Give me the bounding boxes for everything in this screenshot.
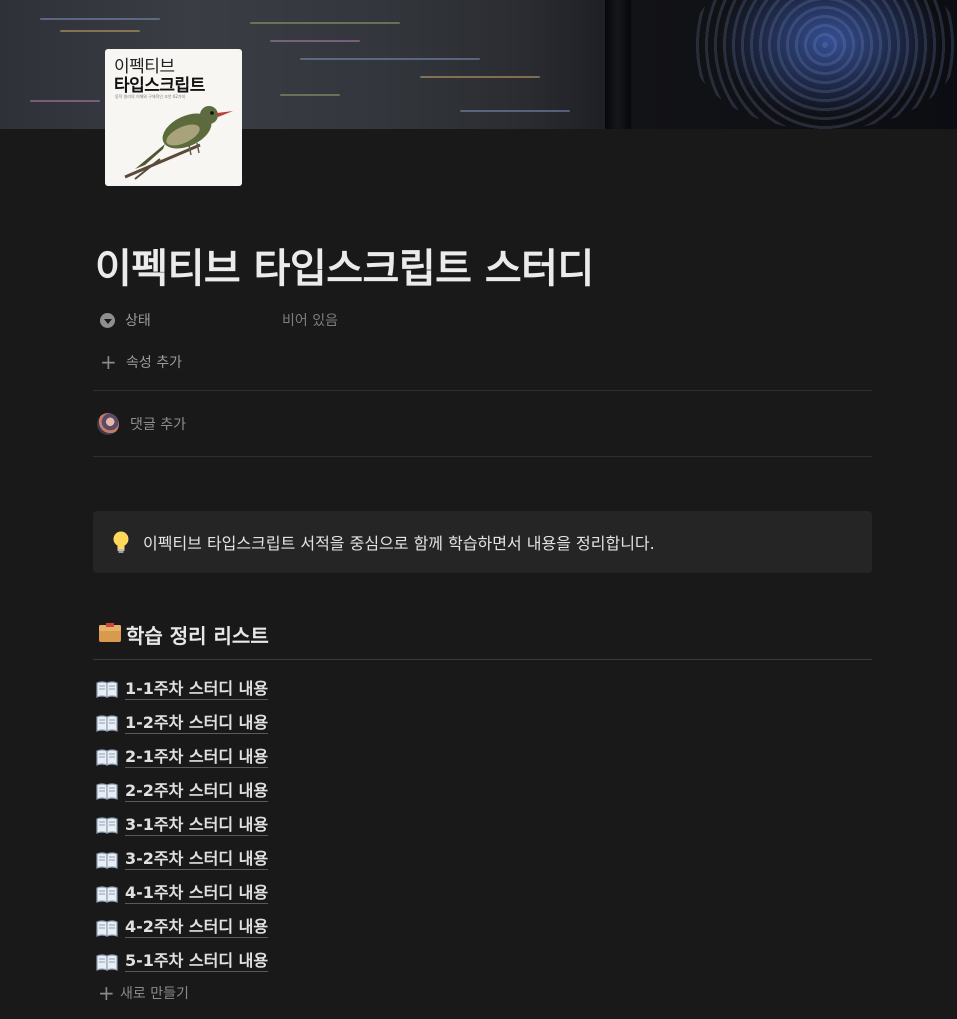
property-status-value[interactable]: 비어 있음 <box>282 310 338 330</box>
open-book-icon <box>96 714 118 733</box>
open-book-icon <box>96 680 118 698</box>
callout-text: 이펙티브 타입스크립트 서적을 중심으로 함께 학습하면서 내용을 정리합니다. <box>143 534 655 553</box>
open-book-icon <box>96 748 118 767</box>
lightbulb-icon <box>108 530 134 554</box>
heading-divider <box>93 659 872 660</box>
list-item[interactable]: 3-2주차 스터디 내용 <box>96 842 269 876</box>
avatar <box>97 413 119 435</box>
list-item[interactable]: 2-2주차 스터디 내용 <box>96 774 269 808</box>
divider <box>93 456 872 457</box>
add-comment-button[interactable]: 댓글 추가 <box>97 413 186 435</box>
new-item-label: 새로 만들기 <box>120 986 189 1002</box>
open-book-icon <box>96 851 118 869</box>
property-label: 상태 <box>125 313 151 329</box>
page-icon-book-cover[interactable]: 이펙티브 타입스크립트 동작 원리의 이해와 구체적인 조언 62가지 <box>105 49 242 186</box>
list-item-label[interactable]: 3-1주차 스터디 내용 <box>125 815 269 836</box>
status-icon <box>100 312 115 328</box>
list-item-label[interactable]: 2-1주차 스터디 내용 <box>125 747 269 768</box>
list-item-label[interactable]: 1-2주차 스터디 내용 <box>125 713 269 734</box>
list-item[interactable]: 1-2주차 스터디 내용 <box>96 706 269 740</box>
open-book-icon <box>96 816 118 835</box>
list-item-label[interactable]: 5-1주차 스터디 내용 <box>125 951 269 973</box>
property-name: 상태 <box>100 310 151 330</box>
plus-icon: + <box>100 350 117 374</box>
card-box-icon <box>98 622 122 648</box>
book-subtitle: 동작 원리의 이해와 구체적인 조언 62가지 <box>115 94 186 99</box>
list-item-label[interactable]: 3-2주차 스터디 내용 <box>125 849 269 871</box>
open-book-icon <box>96 782 118 801</box>
callout-block[interactable]: 이펙티브 타입스크립트 서적을 중심으로 함께 학습하면서 내용을 정리합니다. <box>93 511 872 573</box>
book-title-line2: 타입스크립트 <box>114 76 205 96</box>
add-property-label: 속성 추가 <box>126 355 182 371</box>
open-book-icon <box>96 919 118 937</box>
list-item-label[interactable]: 1-1주차 스터디 내용 <box>125 679 269 700</box>
section-heading-text: 학습 정리 리스트 <box>126 624 269 648</box>
open-book-icon <box>96 885 118 903</box>
add-comment-label: 댓글 추가 <box>130 417 186 433</box>
page-title[interactable]: 이펙티브 타입스크립트 스터디 <box>95 236 594 294</box>
list-item[interactable]: 4-2주차 스터디 내용 <box>96 911 269 945</box>
study-list: 1-1주차 스터디 내용 1-2주차 스터디 내용 2-1주차 스터디 내용 2… <box>96 672 269 979</box>
divider <box>93 390 872 391</box>
list-item[interactable]: 2-1주차 스터디 내용 <box>96 740 269 774</box>
list-item[interactable]: 4-1주차 스터디 내용 <box>96 877 269 911</box>
list-item[interactable]: 5-1주차 스터디 내용 <box>96 945 269 979</box>
plus-icon: + <box>98 981 115 1005</box>
list-item-label[interactable]: 4-1주차 스터디 내용 <box>125 883 269 905</box>
list-item[interactable]: 3-1주차 스터디 내용 <box>96 808 269 842</box>
list-item-label[interactable]: 2-2주차 스터디 내용 <box>125 781 269 802</box>
new-item-button[interactable]: + 새로 만들기 <box>98 983 189 1003</box>
section-heading[interactable]: 학습 정리 리스트 <box>98 620 269 649</box>
add-property-button[interactable]: + 속성 추가 <box>100 352 182 372</box>
list-item-label[interactable]: 4-2주차 스터디 내용 <box>125 917 269 939</box>
list-item[interactable]: 1-1주차 스터디 내용 <box>96 672 269 706</box>
property-status[interactable]: 상태 <box>100 310 151 330</box>
open-book-icon <box>96 953 118 971</box>
